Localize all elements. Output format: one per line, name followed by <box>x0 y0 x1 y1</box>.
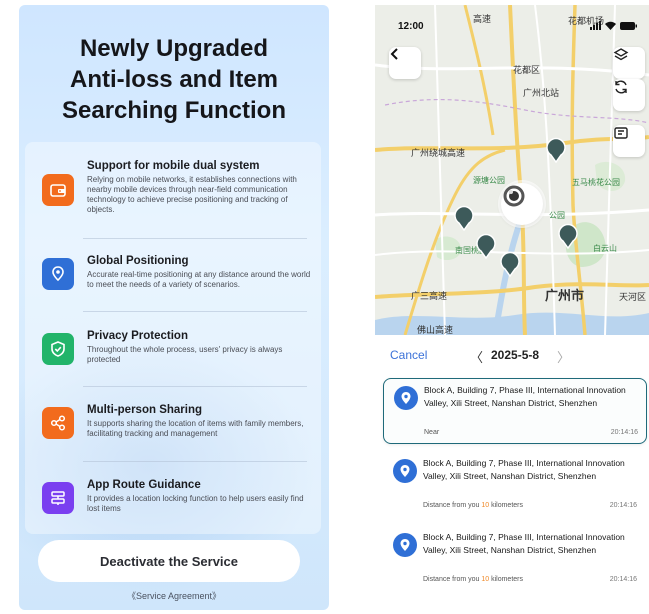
date-selector: Cancel 〈 2025-5-8 〉 <box>375 345 649 367</box>
location-pin-marker[interactable] <box>475 233 497 259</box>
location-history-panel: 12:00 高速 花都机场 花都区 广州北站 广州绕城高速 源塘公园 五马桃花公… <box>375 5 649 610</box>
location-record-item[interactable]: Block A, Building 7, Phase III, Internat… <box>383 526 645 590</box>
page-title: Newly Upgraded Anti-loss and Item Search… <box>61 35 286 124</box>
next-date-button[interactable]: 〉 <box>557 347 570 366</box>
refresh-location-button[interactable] <box>613 79 645 111</box>
map-label: 高速 <box>473 14 492 24</box>
record-list-icon <box>614 127 628 139</box>
map-label: 花都机场 <box>568 16 605 26</box>
map-label: 佛山高速 <box>417 325 454 335</box>
map-label: 公园 <box>549 211 565 220</box>
location-pin-icon <box>42 258 74 290</box>
status-time: 12:00 <box>398 21 424 32</box>
shield-check-icon <box>42 333 74 365</box>
feature-title: Global Positioning <box>87 255 189 267</box>
device-location-marker[interactable] <box>501 183 543 225</box>
divider <box>83 311 307 312</box>
feature-description: It supports sharing the location of item… <box>87 419 304 438</box>
divider <box>83 461 307 462</box>
tracker-device-icon <box>503 185 525 207</box>
location-record-item[interactable]: Block A, Building 7, Phase III, Internat… <box>383 452 645 516</box>
location-pin-icon <box>393 533 417 557</box>
map-label: 广三高速 <box>411 291 448 301</box>
feature-title: Multi-person Sharing <box>87 404 202 416</box>
feature-description: It provides a location locking function … <box>87 494 304 513</box>
map-label: 白云山 <box>593 244 617 253</box>
feature-description: Throughout the whole process, users' pri… <box>87 345 283 364</box>
location-pin-marker[interactable] <box>557 223 579 249</box>
map-label: 花都区 <box>513 65 541 75</box>
divider <box>83 386 307 387</box>
divider <box>83 238 307 239</box>
intro-panel: Newly Upgraded Anti-loss and Item Search… <box>19 5 329 610</box>
cancel-button[interactable]: Cancel <box>390 348 427 362</box>
previous-date-button[interactable]: 〈 <box>470 347 483 366</box>
map-label: 五马桃花公园 <box>572 178 620 187</box>
feature-title: Privacy Protection <box>87 330 188 342</box>
route-sign-icon <box>42 482 74 514</box>
deactivate-service-button[interactable]: Deactivate the Service <box>38 540 300 582</box>
map-label: 天河区 <box>619 292 647 302</box>
service-agreement-link[interactable]: 《Service Agreement》 <box>19 589 329 602</box>
feature-description: Accurate real-time positioning at any di… <box>87 270 311 289</box>
record-time: 20:14:16 <box>610 429 638 436</box>
record-distance: Distance from you 10 kilometers <box>423 576 523 583</box>
record-distance: Near <box>424 429 440 436</box>
share-icon <box>42 407 74 439</box>
record-time: 20:14:16 <box>609 576 637 583</box>
feature-description: Relying on mobile networks, it establish… <box>87 175 297 214</box>
record-distance: Distance from you 10 kilometers <box>423 502 523 509</box>
location-record-item[interactable]: Block A, Building 7, Phase III, Internat… <box>383 378 647 444</box>
refresh-icon <box>615 80 627 94</box>
map-label: 广州北站 <box>523 88 560 98</box>
back-button[interactable] <box>389 47 421 79</box>
chevron-left-icon <box>390 48 398 60</box>
feature-title: Support for mobile dual system <box>87 160 260 172</box>
map-label: 广州绕城高速 <box>411 148 466 158</box>
location-pin-icon <box>394 386 418 410</box>
map-label: 广州市 <box>545 288 585 303</box>
location-pin-icon <box>393 459 417 483</box>
record-address: Block A, Building 7, Phase III, Internat… <box>423 532 625 555</box>
map-layers-button[interactable] <box>613 47 645 79</box>
wallet-icon <box>42 174 74 206</box>
map-view[interactable]: 12:00 高速 花都机场 花都区 广州北站 广州绕城高速 源塘公园 五马桃花公… <box>375 5 649 335</box>
layers-icon <box>613 48 629 61</box>
location-pin-marker[interactable] <box>453 205 475 231</box>
selected-date: 2025-5-8 <box>491 348 540 362</box>
record-address: Block A, Building 7, Phase III, Internat… <box>424 385 626 408</box>
location-pin-marker[interactable] <box>545 137 567 163</box>
feature-title: App Route Guidance <box>87 479 201 491</box>
record-time: 20:14:16 <box>609 502 637 509</box>
feature-list: Support for mobile dual system Relying o… <box>25 142 321 534</box>
history-list-button[interactable] <box>613 125 645 157</box>
record-address: Block A, Building 7, Phase III, Internat… <box>423 458 625 481</box>
location-pin-marker[interactable] <box>499 251 521 277</box>
